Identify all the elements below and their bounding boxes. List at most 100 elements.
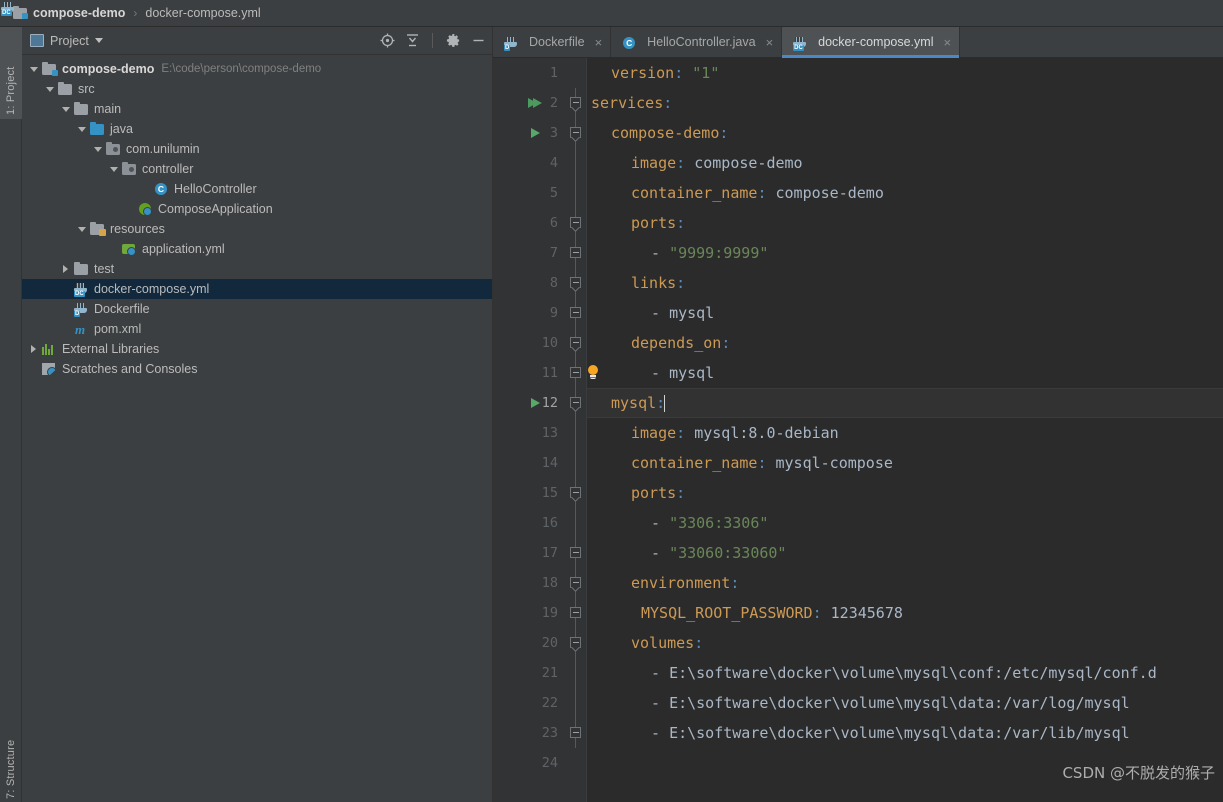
docker-compose-file-icon: DC bbox=[73, 281, 89, 297]
code-editor[interactable]: 1 2 3 4 5 6 7 8 9 10 11 12 13 14 15 16 17 18 19 20 21 22 23 24 … bbox=[493, 58, 1223, 802]
fold-collapse-icon[interactable] bbox=[570, 397, 581, 408]
chevron-down-icon[interactable] bbox=[28, 64, 39, 75]
collapse-all-icon[interactable] bbox=[404, 33, 420, 49]
tree-row[interactable]: resources bbox=[22, 219, 492, 239]
fold-collapse-icon[interactable] bbox=[570, 637, 581, 648]
tree-row[interactable]: src bbox=[22, 79, 492, 99]
fold-region-end-icon[interactable] bbox=[570, 607, 581, 618]
code-folding-column[interactable] bbox=[565, 58, 598, 802]
chevron-down-icon[interactable] bbox=[60, 104, 71, 115]
code-line[interactable]: container_name: compose-demo bbox=[587, 178, 1223, 208]
code-token: : bbox=[674, 64, 684, 82]
run-all-icon[interactable] bbox=[527, 88, 543, 118]
code-line[interactable]: services: bbox=[587, 88, 1223, 118]
run-icon[interactable] bbox=[527, 388, 543, 418]
toolwindow-tab-project[interactable]: 1: Project bbox=[0, 27, 22, 119]
toolwindow-tab-project-label: 1: Project bbox=[5, 66, 17, 115]
crosshair-target-icon[interactable] bbox=[379, 33, 395, 49]
tree-row[interactable]: compose-demo E:\code\person\compose-demo bbox=[22, 59, 492, 79]
chevron-right-icon[interactable] bbox=[28, 344, 39, 355]
code-line[interactable]: - mysql bbox=[587, 298, 1223, 328]
code-line[interactable]: - "3306:3306" bbox=[587, 508, 1223, 538]
project-view-selector[interactable]: Project bbox=[30, 34, 103, 48]
java-class-icon: C bbox=[153, 181, 169, 197]
close-icon[interactable]: × bbox=[943, 36, 951, 49]
breadcrumb-project[interactable]: compose-demo bbox=[9, 0, 128, 26]
fold-region-end-icon[interactable] bbox=[570, 547, 581, 558]
fold-region-end-icon[interactable] bbox=[570, 367, 581, 378]
code-line[interactable]: container_name: mysql-compose bbox=[587, 448, 1223, 478]
fold-collapse-icon[interactable] bbox=[570, 487, 581, 498]
chevron-down-icon[interactable] bbox=[108, 164, 119, 175]
code-line[interactable]: depends_on: bbox=[587, 328, 1223, 358]
chevron-down-icon[interactable] bbox=[76, 224, 87, 235]
tree-row[interactable]: C HelloController bbox=[22, 179, 492, 199]
tree-row[interactable]: test bbox=[22, 259, 492, 279]
minimize-icon[interactable] bbox=[470, 33, 486, 49]
code-token: - bbox=[651, 724, 670, 742]
code-line[interactable]: ports: bbox=[587, 478, 1223, 508]
project-panel-title: Project bbox=[50, 33, 89, 48]
code-line[interactable]: ports: bbox=[587, 208, 1223, 238]
tree-row[interactable]: application.yml bbox=[22, 239, 492, 259]
close-icon[interactable]: × bbox=[595, 36, 603, 49]
chevron-down-icon[interactable] bbox=[94, 38, 103, 43]
code-line[interactable]: MYSQL_ROOT_PASSWORD: 12345678 bbox=[587, 598, 1223, 628]
fold-collapse-icon[interactable] bbox=[570, 277, 581, 288]
gear-icon[interactable] bbox=[445, 33, 461, 49]
tree-row[interactable]: DC docker-compose.yml bbox=[22, 279, 492, 299]
breadcrumb-file[interactable]: DC docker-compose.yml bbox=[1, 0, 263, 26]
fold-region-end-icon[interactable] bbox=[570, 247, 581, 258]
fold-collapse-icon[interactable] bbox=[570, 127, 581, 138]
code-line[interactable]: - "33060:33060" bbox=[587, 538, 1223, 568]
tree-row[interactable]: main bbox=[22, 99, 492, 119]
code-line[interactable]: image: mysql:8.0-debian bbox=[587, 418, 1223, 448]
toolwindow-tab-structure[interactable]: 7: Structure bbox=[0, 717, 22, 802]
fold-collapse-icon[interactable] bbox=[570, 97, 581, 108]
chevron-down-icon[interactable] bbox=[76, 124, 87, 135]
editor-tab[interactable]: D Dockerfile × bbox=[493, 27, 612, 57]
code-line[interactable]: - "9999:9999" bbox=[587, 238, 1223, 268]
tree-row[interactable]: java bbox=[22, 119, 492, 139]
chevron-right-icon[interactable] bbox=[60, 264, 71, 275]
fold-region-end-icon[interactable] bbox=[570, 727, 581, 738]
code-line[interactable]: links: bbox=[587, 268, 1223, 298]
code-line[interactable]: - E:\software\docker\volume\mysql\data:/… bbox=[587, 718, 1223, 748]
code-line[interactable]: version: "1" bbox=[587, 58, 1223, 88]
code-line[interactable]: image: compose-demo bbox=[587, 148, 1223, 178]
line-number: 8 bbox=[549, 275, 558, 291]
code-line[interactable]: volumes: bbox=[587, 628, 1223, 658]
code-line[interactable]: compose-demo: bbox=[587, 118, 1223, 148]
editor-tab[interactable]: C HelloController.java × bbox=[611, 27, 783, 57]
close-icon[interactable]: × bbox=[766, 36, 774, 49]
run-icon[interactable] bbox=[527, 118, 543, 148]
code-line[interactable]: - mysql bbox=[587, 358, 1223, 388]
watermark-text: CSDN @不脱发的猴子 bbox=[1062, 764, 1215, 782]
text-caret bbox=[664, 394, 666, 412]
code-line[interactable]: environment: bbox=[587, 568, 1223, 598]
fold-region-end-icon[interactable] bbox=[570, 307, 581, 318]
tree-row[interactable]: External Libraries bbox=[22, 339, 492, 359]
tree-row[interactable]: D Dockerfile bbox=[22, 299, 492, 319]
fold-collapse-icon[interactable] bbox=[570, 577, 581, 588]
code-line[interactable]: - E:\software\docker\volume\mysql\data:/… bbox=[587, 688, 1223, 718]
tree-row[interactable]: com.unilumin bbox=[22, 139, 492, 159]
tree-row[interactable]: Scratches and Consoles bbox=[22, 359, 492, 379]
editor-gutter[interactable]: 1 2 3 4 5 6 7 8 9 10 11 12 13 14 15 16 17 18 19 20 21 22 23 24 bbox=[493, 58, 565, 802]
tree-row[interactable]: controller bbox=[22, 159, 492, 179]
tree-row-label: test bbox=[94, 262, 115, 276]
tree-row[interactable]: m pom.xml bbox=[22, 319, 492, 339]
project-tree[interactable]: compose-demo E:\code\person\compose-demo s… bbox=[22, 55, 492, 802]
code-line[interactable]: - E:\software\docker\volume\mysql\conf:/… bbox=[587, 658, 1223, 688]
code-token: E:\software\docker\volume\mysql\conf:/et… bbox=[669, 664, 1157, 682]
fold-collapse-icon[interactable] bbox=[570, 217, 581, 228]
code-line[interactable]: mysql: bbox=[587, 388, 1223, 418]
fold-collapse-icon[interactable] bbox=[570, 337, 581, 348]
chevron-down-icon[interactable] bbox=[92, 144, 103, 155]
tree-row-label: compose-demo bbox=[62, 62, 155, 76]
code-content[interactable]: version: "1" services: compose-demo: image:… bbox=[587, 58, 1223, 802]
tree-row[interactable]: ComposeApplication bbox=[22, 199, 492, 219]
chevron-down-icon[interactable] bbox=[44, 84, 55, 95]
resources-folder-icon bbox=[89, 221, 106, 237]
editor-tab[interactable]: DC docker-compose.yml × bbox=[782, 27, 961, 58]
